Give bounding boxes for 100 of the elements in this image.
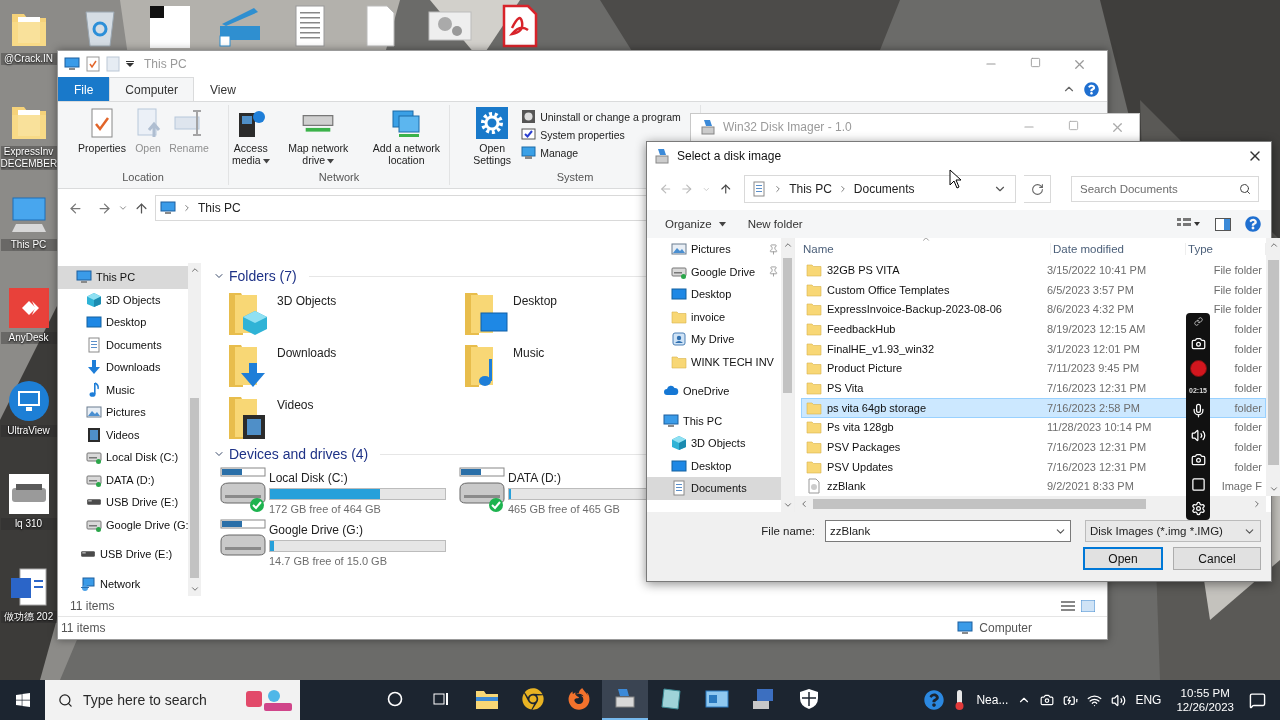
nav-item[interactable]: invoice: [647, 305, 781, 328]
weather-label[interactable]: Nea...: [976, 693, 1009, 707]
dialog-button[interactable]: Open: [1083, 547, 1163, 570]
section-header[interactable]: Devices and drives (4): [229, 446, 369, 462]
nav-item[interactable]: Desktop: [58, 311, 188, 334]
nav-item[interactable]: Google Drive: [647, 260, 781, 283]
nav-item[interactable]: Videos: [58, 423, 188, 446]
settings-icon[interactable]: [1190, 501, 1206, 516]
scroll-down-icon[interactable]: [782, 500, 793, 510]
help-icon[interactable]: [924, 690, 945, 710]
ribbon-button[interactable]: Access media: [229, 107, 273, 171]
record-button[interactable]: [1189, 360, 1207, 377]
ribbon-button[interactable]: Map network drive: [278, 107, 358, 171]
refresh-button[interactable]: [1024, 175, 1051, 203]
ribbon-tab[interactable]: View: [194, 77, 252, 101]
address-bar[interactable]: This PC Documents: [744, 175, 1016, 203]
toolbar-button[interactable]: New folder: [747, 218, 803, 230]
scroll-right-icon[interactable]: [1252, 499, 1262, 509]
breadcrumb[interactable]: This PC: [198, 201, 241, 215]
nav-item[interactable]: USB Drive (E:): [58, 491, 188, 514]
nav-item[interactable]: Pictures: [58, 401, 188, 424]
browser-icon[interactable]: [522, 688, 544, 710]
nav-item[interactable]: My Drive: [647, 328, 781, 351]
camera-icon[interactable]: [1190, 335, 1206, 351]
notebook-icon[interactable]: [660, 687, 682, 711]
nav-item[interactable]: Pictures: [647, 238, 781, 261]
nav-item[interactable]: DATA (D:): [58, 468, 188, 491]
back-button[interactable]: [68, 200, 83, 216]
ribbon-button[interactable]: Properties: [77, 107, 127, 171]
details-view-button[interactable]: [1061, 600, 1075, 612]
speaker-icon[interactable]: [1190, 427, 1206, 443]
breadcrumb[interactable]: This PC: [789, 182, 832, 196]
shield-icon[interactable]: [799, 688, 819, 710]
file-row[interactable]: ps vita 64gb storage 7/16/2023 2:58 PM folder: [801, 397, 1266, 418]
scrollbar[interactable]: [1266, 238, 1280, 496]
computer-icon[interactable]: [751, 687, 775, 711]
scroll-down-icon[interactable]: [189, 584, 200, 594]
camera-icon[interactable]: [1040, 693, 1055, 707]
wifi-icon[interactable]: [1087, 692, 1103, 708]
checklist-icon[interactable]: [86, 56, 100, 72]
preview-pane-button[interactable]: [1215, 217, 1231, 231]
scrollbar[interactable]: [781, 238, 794, 512]
ribbon-button[interactable]: Add a network location: [363, 107, 449, 171]
task-view-icon[interactable]: [432, 691, 450, 707]
caret-icon[interactable]: [126, 60, 134, 68]
toolbar-button[interactable]: Organize: [665, 218, 726, 230]
file-type-dropdown[interactable]: Disk Images (*.img *.IMG): [1085, 520, 1261, 542]
nav-item[interactable]: Desktop: [647, 283, 781, 306]
breadcrumb[interactable]: Documents: [853, 182, 915, 196]
nav-item[interactable]: Desktop: [647, 454, 781, 477]
help-icon[interactable]: [1245, 216, 1261, 232]
browser-icon[interactable]: [568, 688, 590, 710]
scroll-up-icon[interactable]: [1268, 240, 1279, 250]
nav-item[interactable]: Network: [58, 572, 188, 595]
nav-item[interactable]: Downloads: [58, 356, 188, 379]
nav-item[interactable]: OneDrive: [647, 380, 781, 403]
ribbon-button[interactable]: System properties: [521, 127, 681, 142]
forward-button[interactable]: [97, 200, 112, 216]
nav-item[interactable]: This PC: [58, 266, 188, 289]
nav-item[interactable]: This PC: [647, 409, 781, 432]
circle-icon[interactable]: [387, 691, 403, 707]
file-name-field[interactable]: zzBlank: [825, 520, 1071, 542]
nav-item[interactable]: USB Drive (E:): [58, 543, 188, 566]
help-icon[interactable]: [1084, 81, 1099, 97]
scroll-up-icon[interactable]: [782, 240, 793, 250]
nav-item[interactable]: 3D Objects: [58, 288, 188, 311]
search-field[interactable]: Search Documents: [1071, 176, 1259, 202]
search-field[interactable]: Type here to search: [45, 680, 300, 720]
up-button[interactable]: [134, 200, 149, 216]
link-icon[interactable]: [1193, 317, 1203, 326]
section-header[interactable]: Folders (7): [229, 268, 297, 284]
tiles-view-button[interactable]: [1081, 600, 1095, 612]
nav-item[interactable]: Google Drive (G:: [58, 513, 188, 536]
clock[interactable]: 10:55 PM 12/26/2023: [1170, 687, 1240, 713]
dialog-button[interactable]: Cancel: [1173, 547, 1261, 570]
folder-item[interactable]: Downloads: [227, 341, 463, 393]
language-indicator[interactable]: ENG: [1135, 693, 1162, 707]
window-icon[interactable]: [705, 688, 729, 710]
nav-item[interactable]: 3D Objects: [647, 432, 781, 455]
window-icon[interactable]: [1190, 476, 1206, 492]
nav-item[interactable]: WINK TECH INV: [647, 350, 781, 373]
scroll-up-icon[interactable]: [189, 265, 200, 275]
ribbon-button[interactable]: Open Settings: [469, 107, 516, 171]
ribbon-tab[interactable]: Computer: [109, 77, 195, 101]
volume-icon[interactable]: [1111, 692, 1127, 708]
nav-item[interactable]: Music: [58, 378, 188, 401]
folder-item[interactable]: Videos: [227, 393, 463, 445]
scrollbar[interactable]: [188, 263, 201, 596]
column-header[interactable]: Date modified: [1051, 243, 1186, 255]
microphone-icon[interactable]: [1190, 403, 1206, 418]
up-button[interactable]: [718, 182, 733, 196]
scroll-left-icon[interactable]: [799, 499, 809, 509]
folder-item[interactable]: 3D Objects: [227, 289, 463, 341]
nav-item[interactable]: Local Disk (C:): [58, 446, 188, 469]
ribbon-tab[interactable]: File: [58, 77, 110, 101]
scroll-down-icon[interactable]: [1268, 484, 1279, 494]
nav-item[interactable]: Documents: [58, 333, 188, 356]
notifications-icon[interactable]: [1249, 691, 1266, 709]
folder-icon[interactable]: [475, 688, 499, 710]
nav-item[interactable]: Documents: [647, 477, 781, 500]
